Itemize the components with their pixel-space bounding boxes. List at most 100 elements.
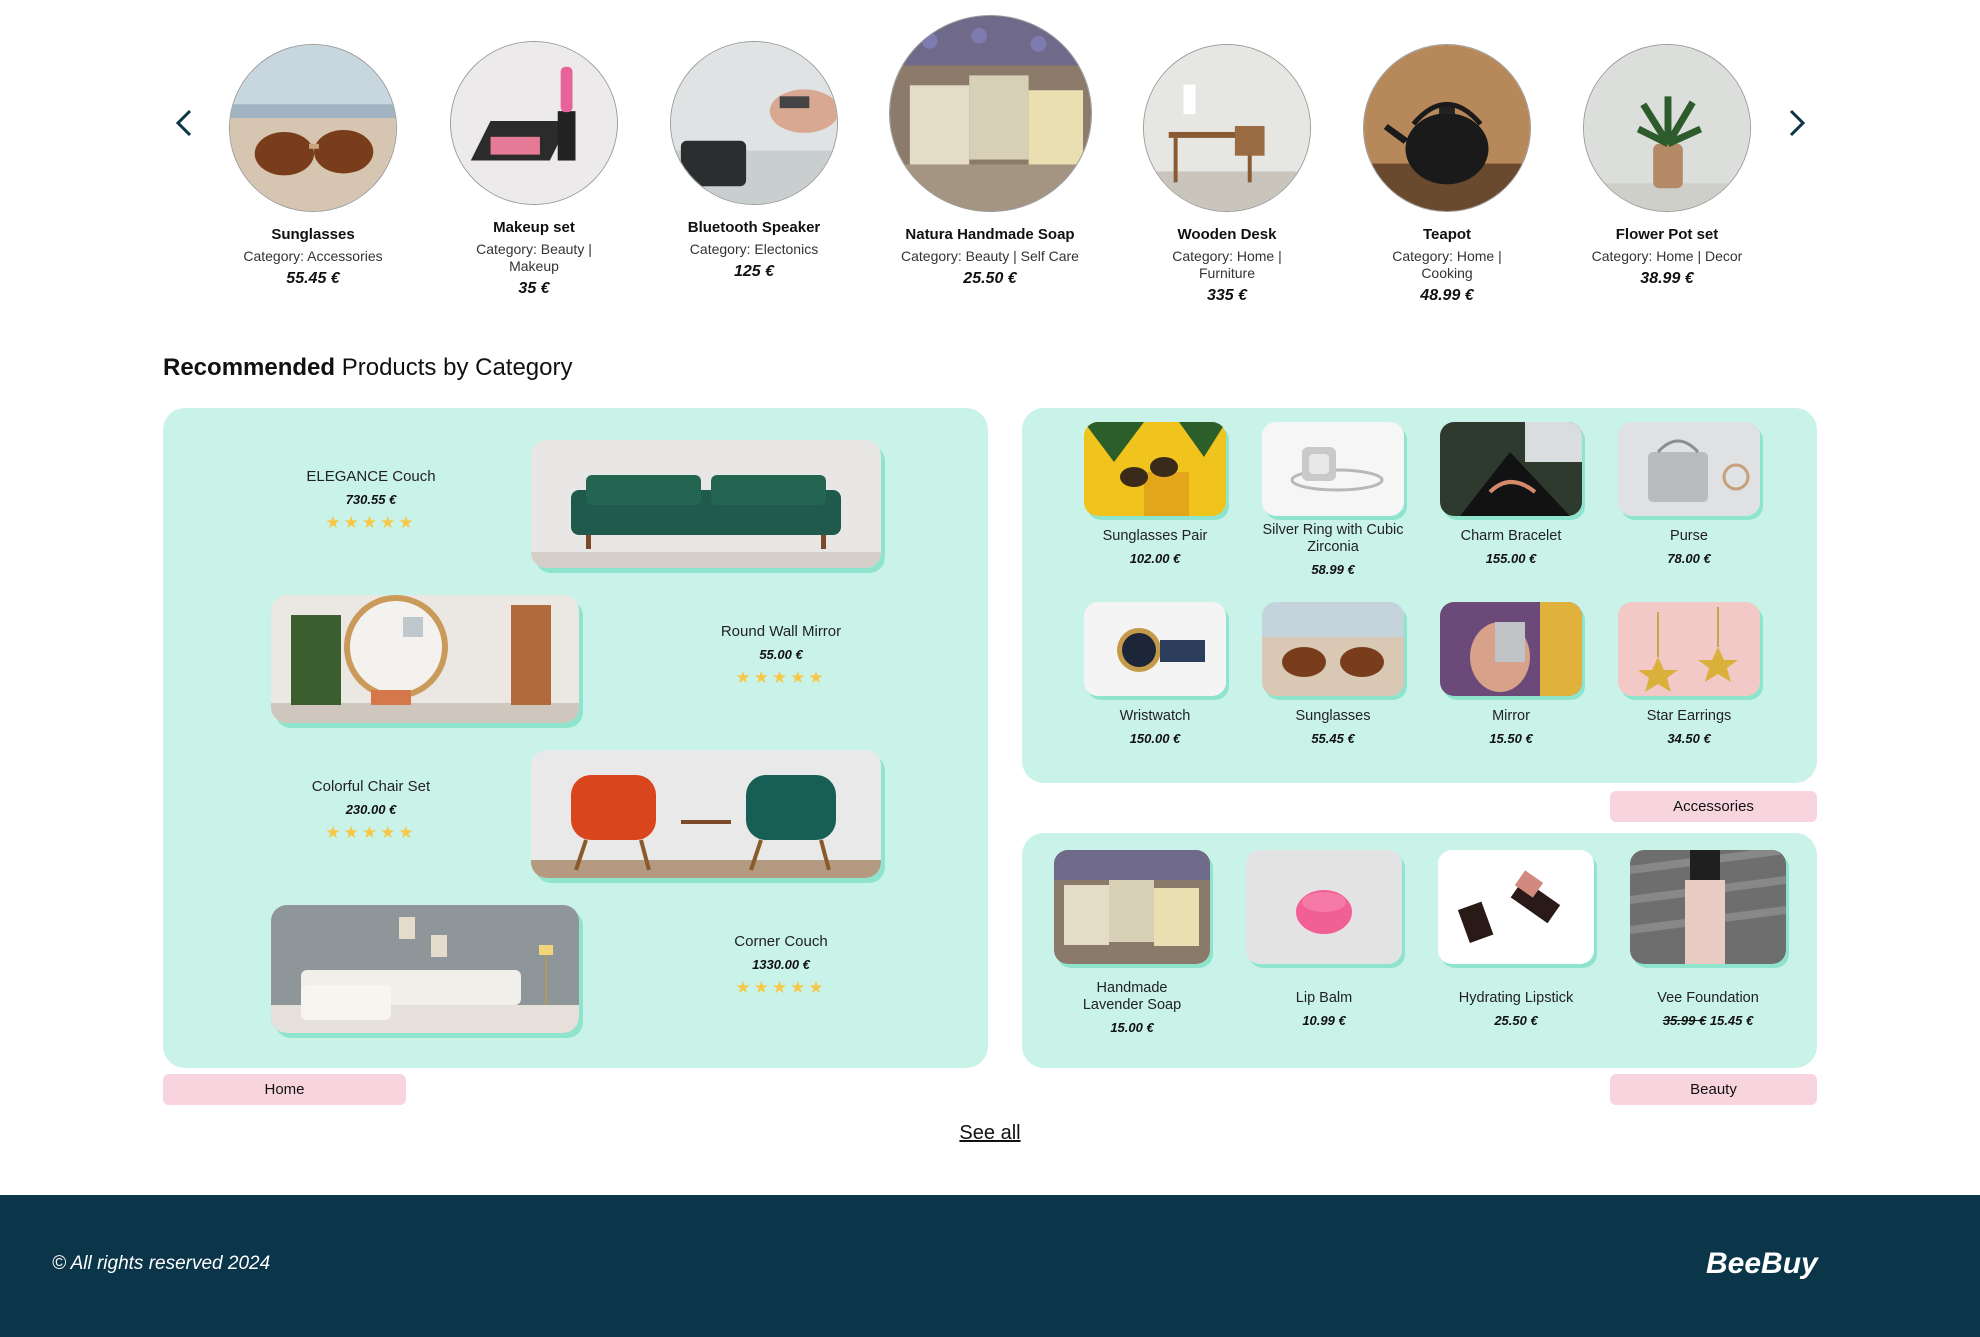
product-tile[interactable]: Charm Bracelet 155.00 € (1436, 422, 1586, 566)
product-tile[interactable]: Silver Ring with Cubic Zirconia 58.99 € (1258, 422, 1408, 577)
carousel-item[interactable]: Teapot Category: Home | Cooking 48.99 € (1356, 44, 1538, 305)
product-name: Sunglasses (1295, 708, 1371, 724)
product-name: Handmade Lavender Soap (1082, 980, 1182, 1013)
product-image (1630, 850, 1786, 964)
product-image (888, 15, 1092, 212)
product-price: 10.99 € (1302, 1013, 1346, 1028)
product-category: Category: Beauty | Self Care (901, 248, 1079, 264)
carousel-item[interactable]: Makeup set Category: Beauty | Makeup 35 … (443, 41, 625, 298)
product-tile[interactable]: Purse 78.00 € (1614, 422, 1764, 566)
section-title-rest: Products by Category (335, 354, 573, 381)
product-name: Purse (1670, 528, 1708, 544)
product-price: 35 € (518, 280, 550, 297)
product-image (1440, 602, 1582, 696)
product-tile[interactable]: Lip Balm 10.99 € (1242, 850, 1406, 1028)
product-image (1246, 850, 1402, 964)
product-tile[interactable]: Hydrating Lipstick 25.50 € (1434, 850, 1598, 1028)
sale-price: 15.45 € (1709, 1013, 1754, 1028)
product-price: 125 € (733, 263, 775, 280)
product-info: Colorful Chair Set 230.00 € ★★★★★ (271, 778, 471, 843)
brand-logo[interactable]: BeeBuy (1706, 1247, 1818, 1281)
carousel-item[interactable]: Wooden Desk Category: Home | Furniture 3… (1136, 44, 1318, 305)
product-price: 58.99 € (1311, 562, 1355, 577)
product-price: 15.50 € (1489, 731, 1533, 746)
product-info: Round Wall Mirror 55.00 € ★★★★★ (681, 623, 881, 688)
product-price: 34.50 € (1667, 731, 1711, 746)
old-price: 35.99 € (1662, 1013, 1707, 1028)
product-image (1262, 602, 1404, 696)
product-image (1363, 44, 1531, 212)
product-name: Hydrating Lipstick (1458, 990, 1574, 1006)
product-name: Lip Balm (1295, 990, 1353, 1006)
product-price: 35.99 € 15.45 € (1626, 1013, 1790, 1028)
rating-stars: ★★★★★ (325, 513, 417, 532)
product-price: 730.55 € (345, 492, 397, 507)
accessories-category-panel: Sunglasses Pair 102.00 € Silver Ring wit… (1022, 408, 1817, 783)
product-name: Natura Handmade Soap (905, 226, 1075, 243)
product-image (229, 44, 397, 212)
product-info: ELEGANCE Couch 730.55 € ★★★★★ (271, 468, 471, 533)
product-name[interactable]: Round Wall Mirror (681, 623, 881, 640)
product-price: 48.99 € (1420, 287, 1474, 304)
product-name[interactable]: Colorful Chair Set (271, 778, 471, 795)
product-image (1438, 850, 1594, 964)
carousel-item[interactable]: Natura Handmade Soap Category: Beauty | … (880, 15, 1100, 288)
product-image (1618, 602, 1760, 696)
product-image[interactable] (531, 440, 881, 568)
product-price: 78.00 € (1667, 551, 1711, 566)
product-image (1054, 850, 1210, 964)
copyright-text: © All rights reserved 2024 (52, 1253, 271, 1274)
product-price: 230.00 € (345, 802, 397, 817)
product-price: 335 € (1206, 287, 1248, 304)
accessories-category-tag[interactable]: Accessories (1610, 791, 1817, 822)
home-category-panel: ELEGANCE Couch 730.55 € ★★★★★ Round Wall… (163, 408, 988, 1068)
product-info: Corner Couch 1330.00 € ★★★★★ (681, 933, 881, 998)
product-price: 1330.00 € (752, 957, 810, 972)
product-image (1143, 44, 1311, 212)
carousel-item[interactable]: Sunglasses Category: Accessories 55.45 € (222, 44, 404, 288)
product-image[interactable] (271, 905, 579, 1033)
product-image[interactable] (531, 750, 881, 878)
product-tile[interactable]: Sunglasses Pair 102.00 € (1080, 422, 1230, 566)
product-image (1262, 422, 1404, 516)
footer: © All rights reserved 2024 BeeBuy (0, 1195, 1980, 1337)
product-price: 25.50 € (1494, 1013, 1538, 1028)
product-tile[interactable]: Wristwatch 150.00 € (1080, 602, 1230, 746)
chevron-left-icon[interactable] (170, 105, 200, 141)
product-tile[interactable]: Sunglasses 55.45 € (1258, 602, 1408, 746)
product-name: Charm Bracelet (1460, 528, 1562, 544)
product-tile[interactable]: Mirror 15.50 € (1436, 602, 1586, 746)
product-image[interactable] (271, 595, 579, 723)
product-price: 38.99 € (1640, 270, 1694, 287)
rating-stars: ★★★★★ (735, 978, 827, 997)
chevron-right-icon[interactable] (1781, 105, 1811, 141)
product-price: 55.45 € (1311, 731, 1355, 746)
product-image (1084, 422, 1226, 516)
product-price: 102.00 € (1129, 551, 1181, 566)
product-name: Wristwatch (1119, 708, 1191, 724)
carousel-item[interactable]: Bluetooth Speaker Category: Electonics 1… (663, 41, 845, 281)
product-name[interactable]: ELEGANCE Couch (271, 468, 471, 485)
home-category-tag[interactable]: Home (163, 1074, 406, 1105)
product-image (450, 41, 618, 205)
product-tile[interactable]: Star Earrings 34.50 € (1614, 602, 1764, 746)
product-name[interactable]: Corner Couch (681, 933, 881, 950)
product-image (1618, 422, 1760, 516)
featured-products-carousel: Sunglasses Category: Accessories 55.45 €… (0, 0, 1980, 330)
carousel-item[interactable]: Flower Pot set Category: Home | Decor 38… (1576, 44, 1758, 288)
product-category: Category: Electonics (689, 241, 819, 257)
product-name: Sunglasses (271, 226, 355, 243)
product-name: Wooden Desk (1177, 226, 1277, 243)
product-image (670, 41, 838, 205)
product-name: Star Earrings (1646, 708, 1732, 724)
product-image (1583, 44, 1751, 212)
see-all-link[interactable]: See all (0, 1122, 1980, 1145)
product-tile[interactable]: Handmade Lavender Soap 15.00 € (1050, 850, 1214, 1035)
product-name: Mirror (1492, 708, 1530, 724)
product-category: Category: Home | Decor (1591, 248, 1743, 264)
product-tile[interactable]: Vee Foundation 35.99 € 15.45 € (1626, 850, 1790, 1028)
product-price: 150.00 € (1129, 731, 1181, 746)
product-name: Silver Ring with Cubic Zirconia (1262, 522, 1404, 555)
beauty-category-tag[interactable]: Beauty (1610, 1074, 1817, 1105)
product-name: Flower Pot set (1615, 226, 1719, 243)
